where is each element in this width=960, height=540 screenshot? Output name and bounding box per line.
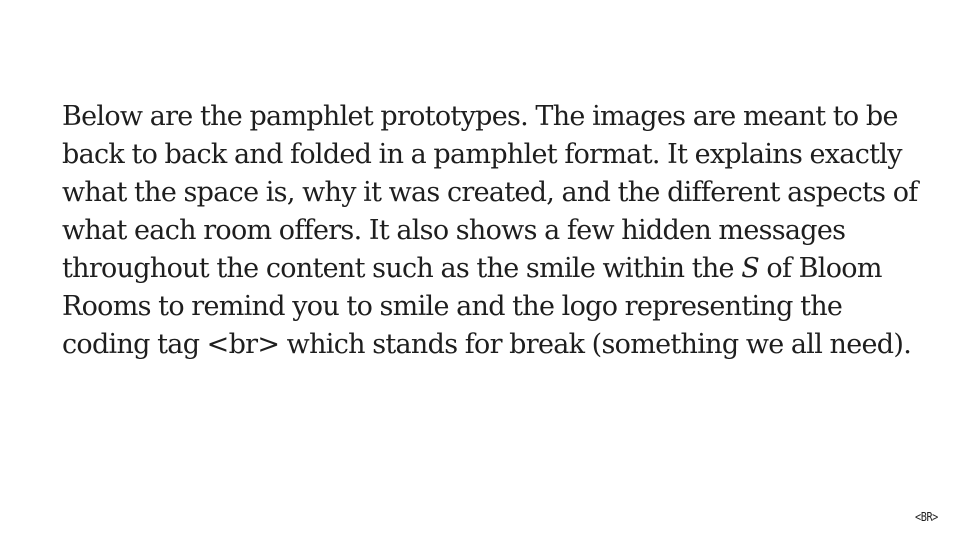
italic-s-letter: S — [741, 253, 760, 284]
slide: Below are the pamphlet prototypes. The i… — [0, 0, 960, 540]
body-paragraph: Below are the pamphlet prototypes. The i… — [62, 98, 922, 364]
br-logo: <BR> — [915, 510, 938, 524]
